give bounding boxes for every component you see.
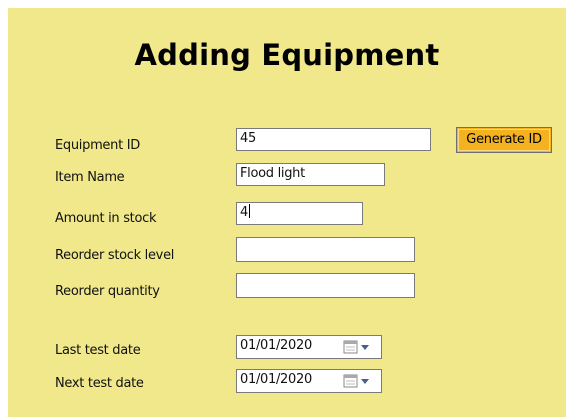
amount-in-stock-label: Amount in stock — [55, 211, 157, 226]
page-title: Adding Equipment — [134, 38, 440, 72]
text-caret — [248, 204, 250, 218]
amount-in-stock-field[interactable]: 4 — [236, 202, 363, 225]
amount-in-stock-value: 4 — [240, 205, 248, 220]
last-test-date-picker[interactable]: 01/01/2020 — [236, 335, 382, 359]
calendar-dropdown-icon[interactable] — [343, 339, 377, 355]
last-test-date-value: 01/01/2020 — [240, 338, 312, 353]
item-name-label: Item Name — [55, 170, 125, 185]
generate-id-button[interactable]: Generate ID — [456, 127, 552, 153]
reorder-quantity-label: Reorder quantity — [55, 284, 160, 299]
next-test-date-label: Next test date — [55, 376, 144, 391]
item-name-field[interactable]: Flood light — [236, 163, 385, 186]
reorder-stock-level-field[interactable] — [236, 237, 415, 262]
last-test-date-label: Last test date — [55, 343, 141, 358]
equipment-id-field[interactable]: 45 — [236, 128, 431, 151]
next-test-date-value: 01/01/2020 — [240, 372, 312, 387]
adding-equipment-form: Adding Equipment Equipment ID 45 Generat… — [8, 8, 566, 417]
next-test-date-picker[interactable]: 01/01/2020 — [236, 369, 382, 393]
reorder-stock-level-label: Reorder stock level — [55, 248, 175, 263]
equipment-id-label: Equipment ID — [55, 138, 140, 153]
calendar-dropdown-icon[interactable] — [343, 373, 377, 389]
reorder-quantity-field[interactable] — [236, 273, 415, 298]
